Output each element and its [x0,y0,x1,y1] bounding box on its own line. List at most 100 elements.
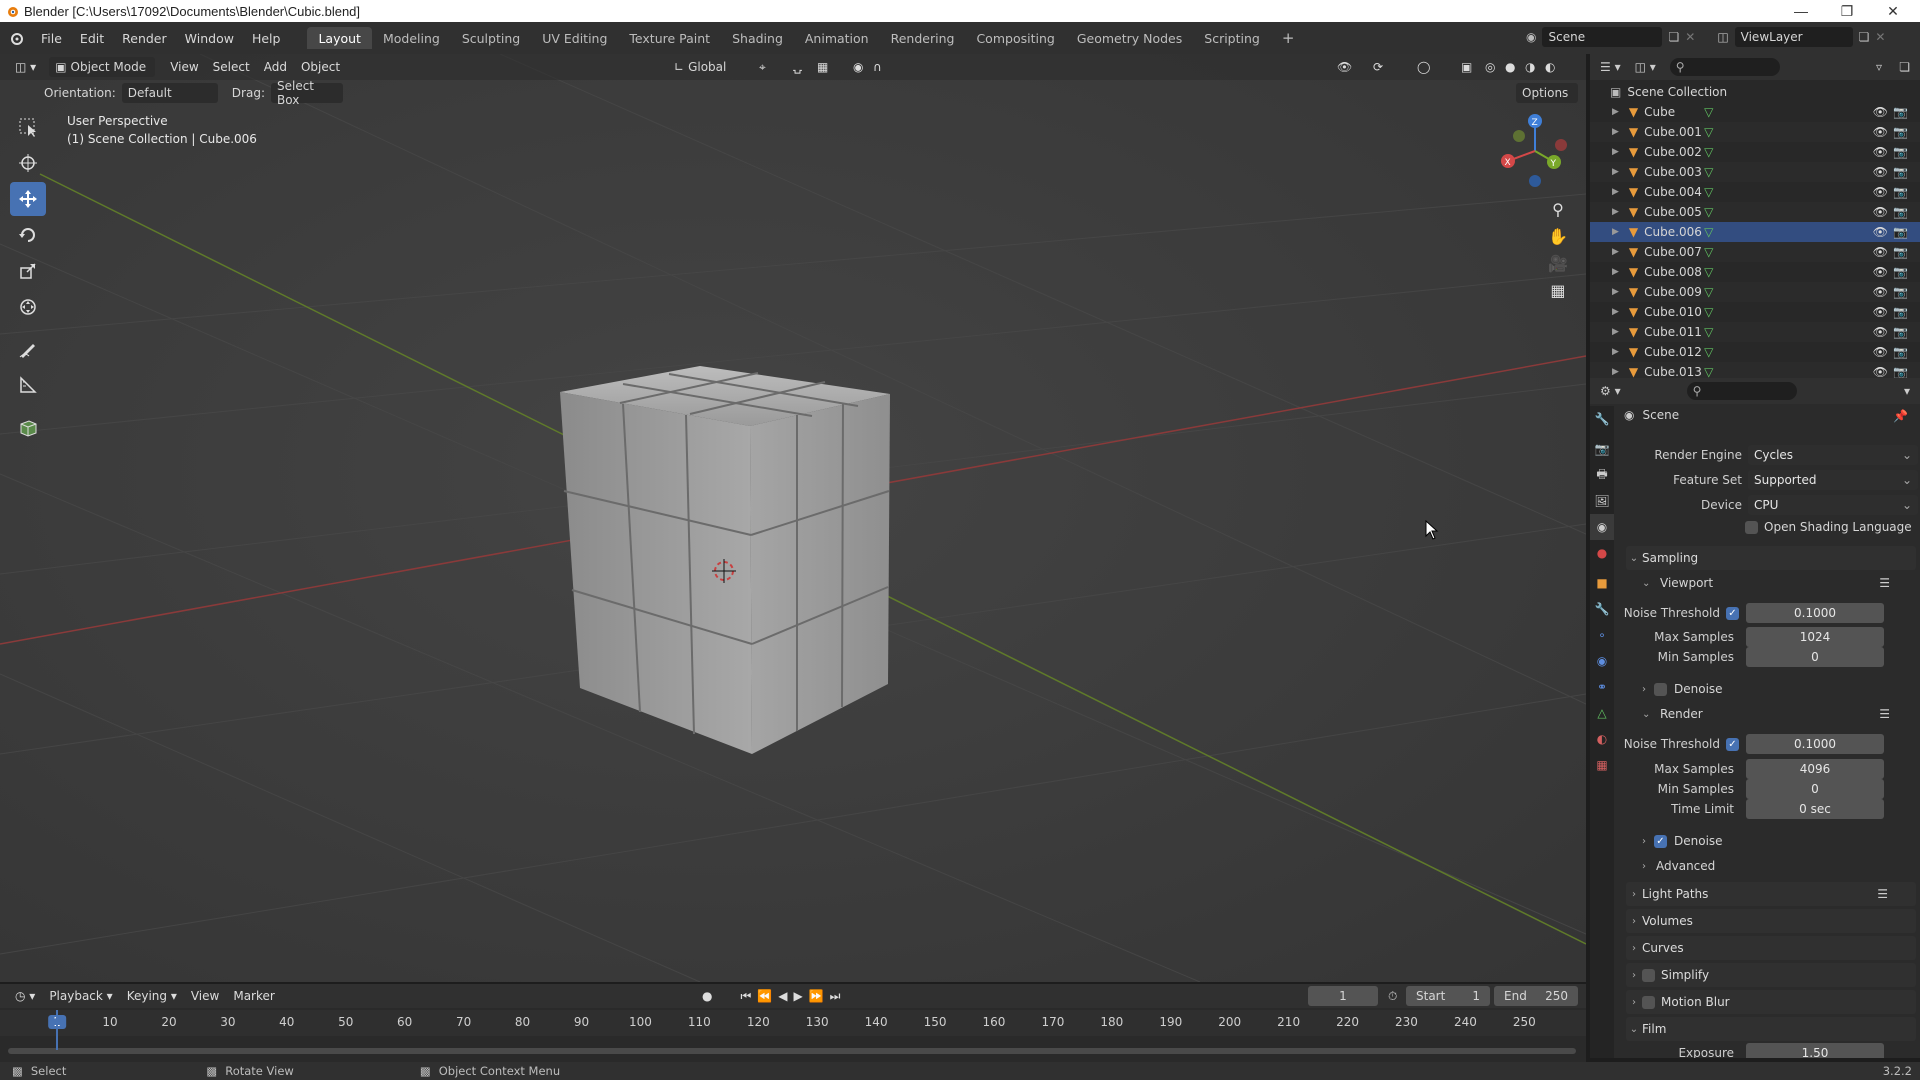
camera-icon[interactable]: 📷 [1893,205,1908,219]
editor-type-icon[interactable]: ◫ ▾ [8,57,43,77]
pivot-point-icon[interactable]: ⌖ [752,57,773,77]
expand-arrow-icon[interactable]: ▶ [1612,207,1619,217]
viewport-denoise-checkbox[interactable] [1654,682,1667,696]
menu-select[interactable]: Select [206,57,257,77]
expand-arrow-icon[interactable]: ▶ [1612,367,1619,377]
eye-icon[interactable]: 👁 [1873,205,1888,219]
camera-icon[interactable]: 📷 [1893,365,1908,379]
osl-checkbox[interactable]: Open Shading Language [1745,520,1912,534]
prev-keyframe-icon[interactable]: ⏪ [757,989,772,1003]
next-keyframe-icon[interactable]: ⏩ [809,989,824,1003]
scene-icon[interactable]: ◉ [1526,30,1536,44]
outliner-item[interactable]: ▶ ▼ Cube.012 ▽ 👁 📷 [1590,342,1920,362]
add-workspace-icon[interactable]: + [1271,27,1306,49]
transform-orientation[interactable]: ∟ Global [668,57,744,77]
presets-list-icon[interactable]: ☰ [1879,576,1890,590]
remove-scene-icon[interactable]: ✕ [1685,30,1695,44]
end-frame-field[interactable]: End 250 [1494,986,1578,1006]
tool-tab-icon[interactable]: 🔧 [1590,406,1614,432]
camera-icon[interactable]: 📷 [1893,225,1908,239]
stopwatch-icon[interactable]: ⏱ [1388,989,1397,1004]
xray-icon[interactable]: ▣ [1454,57,1479,77]
eye-icon[interactable]: 👁 [1873,265,1888,279]
expand-arrow-icon[interactable]: ▶ [1612,107,1619,117]
camera-icon[interactable]: 📷 [1893,325,1908,339]
pan-hand-icon[interactable]: ✋ [1548,227,1568,246]
tab-uv-editing[interactable]: UV Editing [531,27,618,49]
eye-icon[interactable]: 👁 [1873,345,1888,359]
camera-icon[interactable]: 📷 [1893,125,1908,139]
tab-texture-paint[interactable]: Texture Paint [618,27,721,49]
timeline-view-menu[interactable]: View [184,986,226,1006]
timeline-ruler[interactable]: 1102030405060708090100110120130140150160… [0,1010,1586,1036]
expand-arrow-icon[interactable]: ▶ [1612,327,1619,337]
outliner-editor-icon[interactable]: ☰ ▾ [1600,60,1621,74]
expand-arrow-icon[interactable]: ▶ [1612,267,1619,277]
eye-icon[interactable]: 👁 [1873,125,1888,139]
annotate-tool[interactable] [10,332,46,366]
outliner-search[interactable]: ⚲ [1669,58,1780,76]
render-noise-threshold-field[interactable]: 0.1000 [1746,734,1884,754]
new-collection-icon[interactable]: ❏ [1899,60,1910,74]
move-tool[interactable] [10,182,46,216]
display-mode-icon[interactable]: ◫ ▾ [1635,60,1656,74]
visibility-icon[interactable]: 👁 [1330,57,1359,77]
viewport-min-samples-field[interactable]: 0 [1746,647,1884,667]
outliner-item[interactable]: ▶ ▼ Cube.009 ▽ 👁 📷 [1590,282,1920,302]
eye-icon[interactable]: 👁 [1873,225,1888,239]
menu-help[interactable]: Help [243,27,290,49]
orientation-dropdown[interactable]: Default [121,83,218,103]
record-icon[interactable]: ● [702,989,712,1003]
rendered-shading-icon[interactable]: ◐ [1538,57,1562,77]
simplify-panel-header[interactable]: › Simplify [1626,963,1916,987]
tab-animation[interactable]: Animation [794,27,880,49]
render-subpanel-label[interactable]: Render [1660,707,1703,721]
timeline-editor-icon[interactable]: ◷ ▾ [8,986,42,1006]
expand-arrow-icon[interactable]: ▶ [1612,167,1619,177]
zoom-icon[interactable]: ⚲ [1552,200,1564,219]
expand-arrow-icon[interactable]: ▶ [1612,287,1619,297]
outliner-item[interactable]: ▶ ▼ Cube.003 ▽ 👁 📷 [1590,162,1920,182]
marker-menu[interactable]: Marker [226,986,281,1006]
jump-start-icon[interactable]: ⏮ [740,989,751,1004]
tab-scripting[interactable]: Scripting [1193,27,1271,49]
transform-tool[interactable] [10,290,46,324]
viewport-subpanel-label[interactable]: Viewport [1660,576,1713,590]
mode-selector[interactable]: ▣ Object Mode [49,57,156,77]
outliner-item[interactable]: ▶ ▼ Cube.010 ▽ 👁 📷 [1590,302,1920,322]
close-button[interactable]: ✕ [1870,0,1916,22]
camera-icon[interactable]: 📷 [1893,245,1908,259]
outliner-item[interactable]: ▶ ▼ Cube.002 ▽ 👁 📷 [1590,142,1920,162]
expand-arrow-icon[interactable]: ▶ [1612,227,1619,237]
play-icon[interactable]: ▶ [793,989,802,1003]
presets-list-icon[interactable]: ☰ [1877,887,1888,901]
film-panel-header[interactable]: ⌄ Film [1626,1017,1916,1041]
drag-dropdown[interactable]: Select Box [270,79,343,107]
eye-icon[interactable]: 👁 [1873,365,1888,379]
measure-tool[interactable] [10,368,46,402]
cursor-tool[interactable] [10,146,46,180]
overlay-toggle-icon[interactable]: ◯ [1410,57,1437,77]
viewport-max-samples-field[interactable]: 1024 [1746,627,1884,647]
eye-icon[interactable]: 👁 [1873,185,1888,199]
menu-render[interactable]: Render [113,27,176,49]
world-tab-icon[interactable]: ● [1590,540,1614,566]
eye-icon[interactable]: 👁 [1873,145,1888,159]
tab-sculpting[interactable]: Sculpting [451,27,531,49]
expand-arrow-icon[interactable]: ▶ [1612,307,1619,317]
menu-add[interactable]: Add [257,57,294,77]
render-min-samples-field[interactable]: 0 [1746,779,1884,799]
snap-target-icon[interactable]: ▦ [810,57,835,77]
render-engine-dropdown[interactable]: Cycles ⌄ [1748,445,1918,465]
advanced-subpanel-label[interactable]: Advanced [1656,859,1715,873]
menu-file[interactable]: File [32,27,71,49]
viewport-noise-threshold-field[interactable]: 0.1000 [1746,603,1884,623]
eye-icon[interactable]: 👁 [1873,325,1888,339]
tab-shading[interactable]: Shading [721,27,794,49]
add-cube-tool[interactable] [10,410,46,444]
camera-icon[interactable]: 📷 [1893,145,1908,159]
outliner-item[interactable]: ▶ ▼ Cube.004 ▽ 👁 📷 [1590,182,1920,202]
gizmo-toggle-icon[interactable]: ⟳ [1366,57,1390,77]
camera-icon[interactable]: 📷 [1893,285,1908,299]
rotate-tool[interactable] [10,218,46,252]
